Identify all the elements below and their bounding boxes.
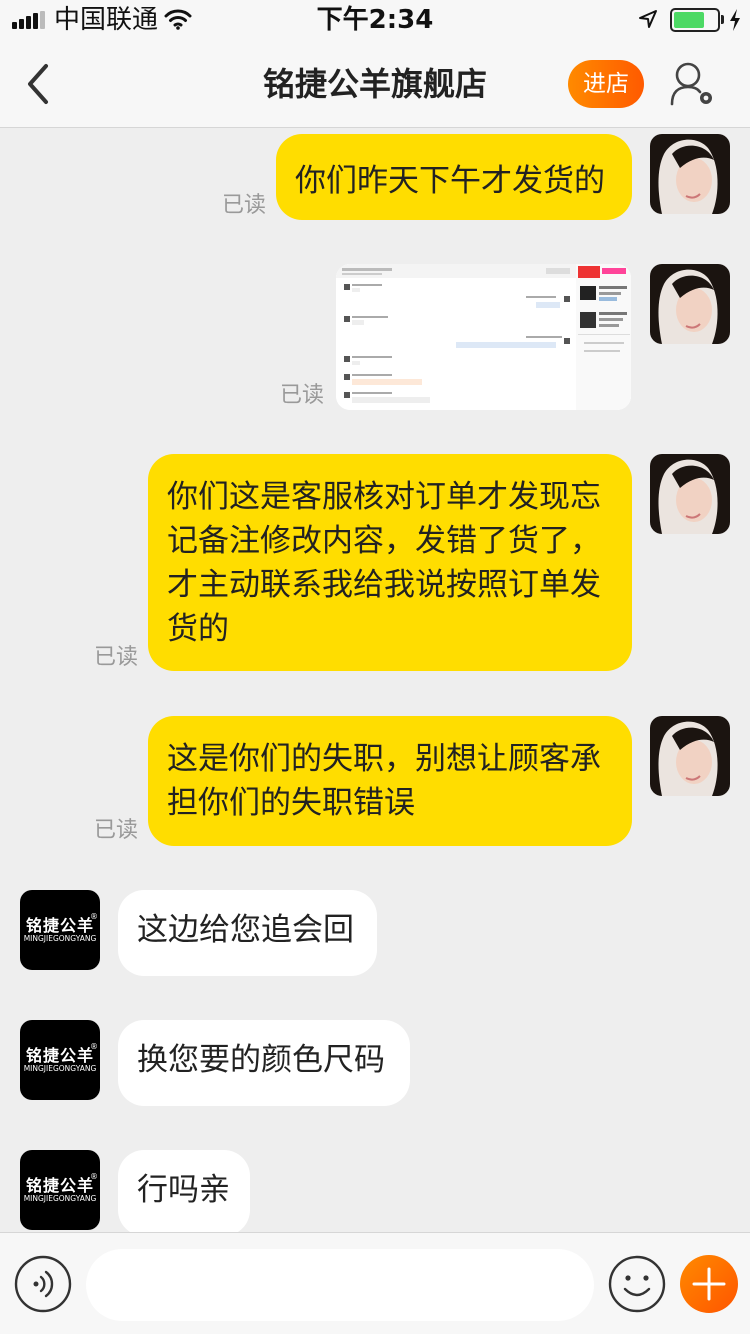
user-photo xyxy=(650,264,730,344)
status-bar: 中国联通 下午2:34 xyxy=(0,0,750,40)
message-input[interactable] xyxy=(86,1249,594,1321)
user-photo xyxy=(650,454,730,534)
store-logo-en: MINGJIEGONGYANG xyxy=(23,934,97,943)
nav-bar: 铭捷公羊旗舰店 进店 xyxy=(0,40,750,128)
user-avatar[interactable] xyxy=(650,134,730,214)
store-logo-mark: ® xyxy=(90,1042,98,1051)
user-settings-icon[interactable] xyxy=(668,60,718,110)
read-receipt: 已读 xyxy=(280,383,325,408)
emoji-icon[interactable] xyxy=(608,1255,666,1313)
store-logo-mark: ® xyxy=(90,912,98,921)
store-avatar[interactable]: 铭捷公羊 ® MINGJIEGONGYANG xyxy=(20,1020,100,1100)
outgoing-message-bubble[interactable]: 你们这是客服核对订单才发现忘记备注修改内容，发错了货了，才主动联系我给我说按照订… xyxy=(148,454,632,671)
store-logo-mark: ® xyxy=(90,1172,98,1181)
incoming-message-bubble[interactable]: 行吗亲 xyxy=(118,1150,250,1232)
incoming-message-bubble[interactable]: 这边给您追会回 xyxy=(118,890,377,976)
enter-store-button[interactable]: 进店 xyxy=(568,60,644,108)
store-logo-en: MINGJIEGONGYANG xyxy=(23,1194,97,1203)
input-bar xyxy=(0,1232,750,1334)
chat-message-list[interactable]: 已读 你们昨天下午才发货的 已读 已读 你们这是客服核对订单才发现忘记备注修改内… xyxy=(0,129,750,1232)
store-logo-en: MINGJIEGONGYANG xyxy=(23,1064,97,1073)
screenshot-thumbnail xyxy=(336,264,631,410)
read-receipt: 已读 xyxy=(222,193,267,218)
user-avatar[interactable] xyxy=(650,454,730,534)
location-arrow-icon xyxy=(639,10,657,28)
charging-bolt-icon xyxy=(730,9,740,31)
read-receipt: 已读 xyxy=(94,818,139,843)
more-actions-button[interactable] xyxy=(680,1255,738,1313)
voice-input-icon[interactable] xyxy=(14,1255,72,1313)
battery-level xyxy=(674,12,704,28)
image-message[interactable] xyxy=(336,264,631,410)
plus-icon xyxy=(692,1267,726,1301)
store-logo-cn: 铭捷公羊 xyxy=(25,1176,94,1195)
battery-icon xyxy=(670,8,720,32)
user-photo xyxy=(650,716,730,796)
user-avatar[interactable] xyxy=(650,716,730,796)
user-photo xyxy=(650,134,730,214)
read-receipt: 已读 xyxy=(94,645,139,670)
store-avatar[interactable]: 铭捷公羊 ® MINGJIEGONGYANG xyxy=(20,890,100,970)
user-avatar[interactable] xyxy=(650,264,730,344)
store-logo-cn: 铭捷公羊 xyxy=(25,916,94,935)
store-logo-cn: 铭捷公羊 xyxy=(25,1046,94,1065)
outgoing-message-bubble[interactable]: 这是你们的失职，别想让顾客承担你们的失职错误 xyxy=(148,716,632,846)
store-avatar[interactable]: 铭捷公羊 ® MINGJIEGONGYANG xyxy=(20,1150,100,1230)
outgoing-message-bubble[interactable]: 你们昨天下午才发货的 xyxy=(276,134,632,220)
battery-tip xyxy=(721,15,724,24)
incoming-message-bubble[interactable]: 换您要的颜色尺码 xyxy=(118,1020,410,1106)
